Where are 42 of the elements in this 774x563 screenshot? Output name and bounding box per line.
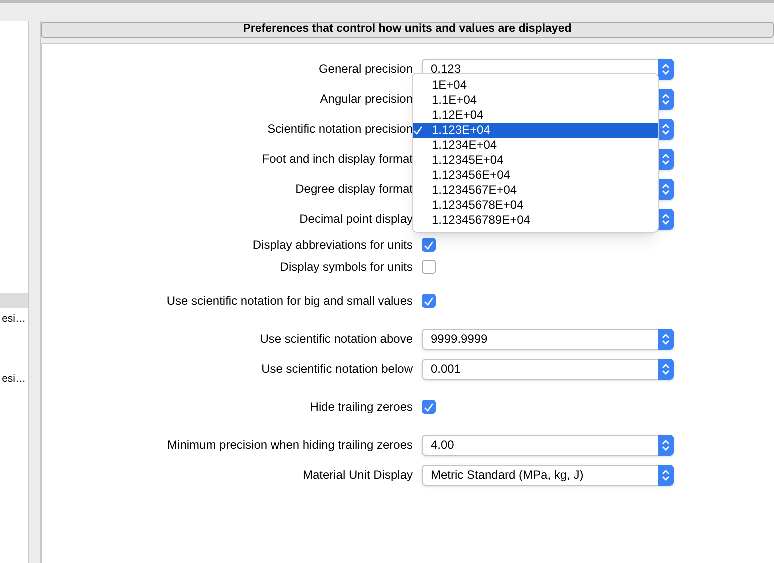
stepper-icon <box>658 464 674 486</box>
checkbox[interactable] <box>422 294 436 308</box>
menu-item[interactable]: 1.123456789E+04 <box>413 212 658 228</box>
field-label: General precision <box>318 61 413 78</box>
stepper-icon <box>658 328 674 350</box>
field-label: Angular precision <box>319 91 413 108</box>
menu-item[interactable]: 1E+04 <box>413 78 658 92</box>
menu-item[interactable]: 1.123456E+04 <box>413 168 658 182</box>
popup-button[interactable]: 0.001 <box>422 358 674 380</box>
checkbox[interactable] <box>422 238 436 252</box>
stepper-icon <box>658 434 674 456</box>
field-label: Decimal point display <box>298 211 413 228</box>
field-label: Degree display format <box>294 181 413 198</box>
popup-button[interactable]: 9999.9999 <box>422 328 674 350</box>
field-label: Use scientific notation below <box>260 361 413 378</box>
menu-item[interactable]: 1.1E+04 <box>413 92 658 108</box>
menu-item[interactable]: 1.12E+04 <box>413 108 658 122</box>
popup-value: 0.123 <box>431 61 462 78</box>
popup-value: 9999.9999 <box>431 331 488 348</box>
field-label: Use scientific notation above <box>259 331 413 348</box>
field-label: Use scientific notation for big and small values <box>166 293 413 310</box>
menu-item[interactable]: 1.12345678E+04 <box>413 198 658 212</box>
popup-button[interactable]: Metric Standard (MPa, kg, J) <box>422 464 674 486</box>
field-label: Minimum precision when hiding trailing zeroes <box>166 437 413 454</box>
field-label: Display symbols for units <box>279 259 413 276</box>
field-label: Scientific notation precision <box>266 121 413 138</box>
field-label: Material Unit Display <box>302 467 413 484</box>
checkbox[interactable] <box>422 400 436 414</box>
stepper-icon <box>658 358 674 380</box>
field-label: Display abbreviations for units <box>252 237 413 254</box>
popup-value: 0.001 <box>431 361 462 378</box>
menu-item[interactable]: 1.123E+04 <box>413 122 658 138</box>
section-header: Preferences that control how units and values are displayed <box>41 22 774 38</box>
checkbox[interactable] <box>422 260 436 274</box>
menu-item[interactable]: 1.12345E+04 <box>413 152 658 168</box>
field-label: Hide trailing zeroes <box>309 399 413 416</box>
field-label: Foot and inch display format <box>261 151 413 168</box>
menu-item[interactable]: 1.1234567E+04 <box>413 182 658 198</box>
menu-item[interactable]: 1.1234E+04 <box>413 138 658 152</box>
popup-value: Metric Standard (MPa, kg, J) <box>431 467 584 484</box>
popup-button[interactable]: 4.00 <box>422 434 674 456</box>
popup-value: 4.00 <box>431 437 454 454</box>
